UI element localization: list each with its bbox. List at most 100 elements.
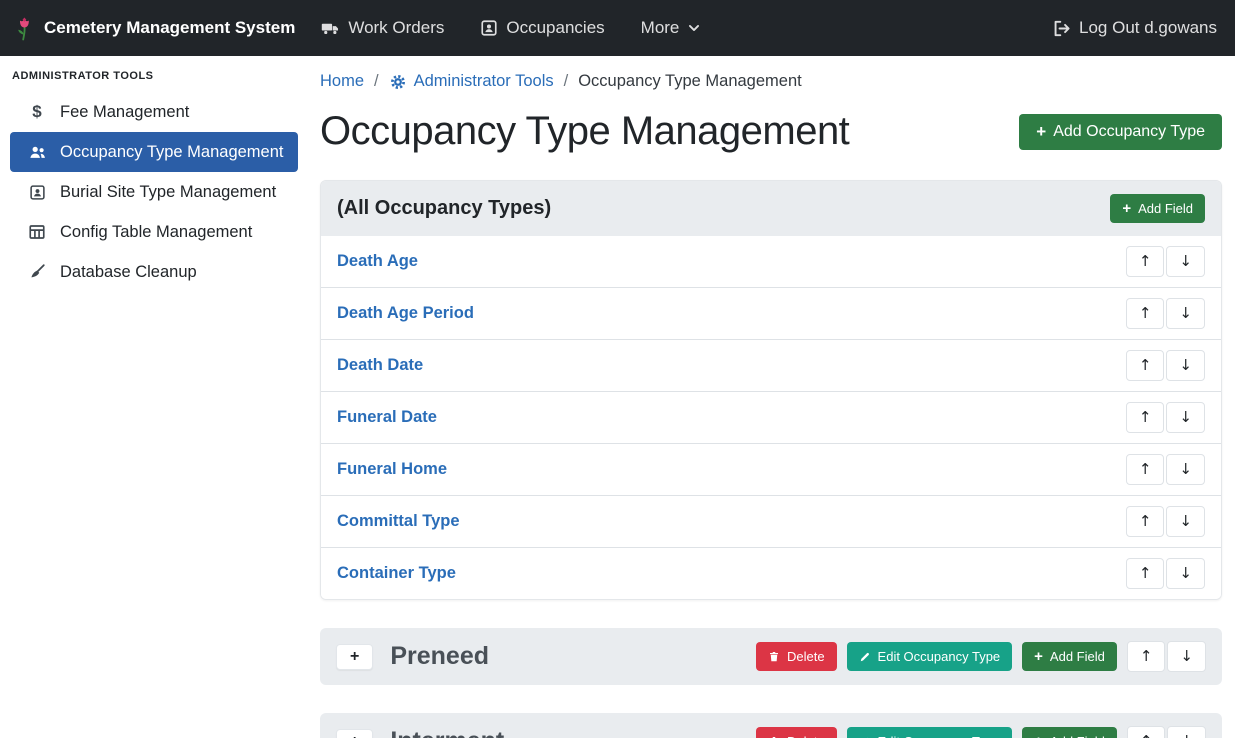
- sidebar-heading: Administrator Tools: [0, 64, 308, 92]
- breadcrumb-home-link[interactable]: Home: [320, 72, 364, 91]
- reorder-controls: ↑ ↓: [1126, 558, 1205, 589]
- chevron-down-icon: [687, 21, 701, 35]
- add-occupancy-type-label: Add Occupancy Type: [1053, 123, 1205, 141]
- add-field-button[interactable]: + Add Field: [1022, 642, 1117, 671]
- move-down-button[interactable]: ↓: [1166, 454, 1205, 485]
- field-row: Funeral Date ↑ ↓: [321, 392, 1221, 444]
- trash-icon: [768, 650, 780, 663]
- down-arrow-icon: ↓: [1180, 732, 1193, 738]
- add-field-label: Add Field: [1050, 649, 1105, 664]
- field-link-funeral-date[interactable]: Funeral Date: [337, 408, 437, 427]
- down-arrow-icon: ↓: [1179, 512, 1192, 530]
- move-up-button[interactable]: ↑: [1126, 454, 1165, 485]
- move-up-button[interactable]: ↑: [1127, 726, 1166, 738]
- move-up-button[interactable]: ↑: [1126, 350, 1165, 381]
- breadcrumb-admin-tools-link[interactable]: Administrator Tools: [389, 72, 554, 91]
- field-link-funeral-home[interactable]: Funeral Home: [337, 460, 447, 479]
- app-brand[interactable]: Cemetery Management System: [12, 15, 295, 41]
- expand-button[interactable]: +: [336, 644, 373, 670]
- nav-work-orders[interactable]: Work Orders: [321, 18, 444, 38]
- move-up-button[interactable]: ↑: [1126, 558, 1165, 589]
- add-field-label: Add Field: [1138, 201, 1193, 216]
- down-arrow-icon: ↓: [1179, 252, 1192, 270]
- logout-link[interactable]: Log Out d.gowans: [1052, 18, 1217, 38]
- field-link-committal-type[interactable]: Committal Type: [337, 512, 460, 531]
- top-navbar: Cemetery Management System Work Orders: [0, 0, 1235, 56]
- reorder-controls: ↑ ↓: [1126, 350, 1205, 381]
- plus-icon: +: [350, 733, 359, 738]
- move-up-button[interactable]: ↑: [1126, 246, 1165, 277]
- sidebar-item-label: Config Table Management: [60, 223, 252, 242]
- add-field-button[interactable]: + Add Field: [1110, 194, 1205, 223]
- edit-occupancy-type-button[interactable]: Edit Occupancy Type: [847, 642, 1013, 671]
- sidebar-item-label: Burial Site Type Management: [60, 183, 276, 202]
- move-down-button[interactable]: ↓: [1166, 246, 1205, 277]
- edit-occupancy-type-label: Edit Occupancy Type: [878, 734, 1001, 738]
- delete-label: Delete: [787, 649, 825, 664]
- up-arrow-icon: ↑: [1139, 460, 1152, 478]
- add-field-button[interactable]: + Add Field: [1022, 727, 1117, 738]
- nav-occupancies[interactable]: Occupancies: [480, 18, 604, 38]
- breadcrumb-home-label: Home: [320, 72, 364, 91]
- move-down-button[interactable]: ↓: [1166, 506, 1205, 537]
- main-nav: Work Orders Occupancies More: [321, 18, 701, 38]
- move-up-button[interactable]: ↑: [1127, 641, 1166, 672]
- reorder-controls: ↑ ↓: [1126, 454, 1205, 485]
- section-title: Preneed: [390, 642, 489, 671]
- delete-button[interactable]: Delete: [756, 727, 837, 738]
- sidebar-item-occupancy-type-management[interactable]: Occupancy Type Management: [10, 132, 298, 172]
- truck-icon: [321, 19, 340, 38]
- sidebar-item-database-cleanup[interactable]: Database Cleanup: [10, 252, 298, 292]
- down-arrow-icon: ↓: [1179, 356, 1192, 374]
- sidebar-item-config-table-management[interactable]: Config Table Management: [10, 212, 298, 252]
- move-up-button[interactable]: ↑: [1126, 402, 1165, 433]
- gear-icon: [389, 73, 407, 91]
- sidebar-item-label: Fee Management: [60, 103, 189, 122]
- all-occupancy-types-card: (All Occupancy Types) + Add Field Death …: [320, 180, 1222, 600]
- reorder-controls: ↑ ↓: [1126, 246, 1205, 277]
- nav-work-orders-label: Work Orders: [348, 18, 444, 38]
- move-down-button[interactable]: ↓: [1166, 350, 1205, 381]
- sidebar-item-label: Occupancy Type Management: [60, 143, 284, 162]
- sidebar-item-label: Database Cleanup: [60, 263, 197, 282]
- field-link-container-type[interactable]: Container Type: [337, 564, 456, 583]
- breadcrumb-current: Occupancy Type Management: [578, 72, 802, 91]
- edit-occupancy-type-label: Edit Occupancy Type: [878, 649, 1001, 664]
- move-down-button[interactable]: ↓: [1166, 402, 1205, 433]
- occupancy-type-section-preneed: + Preneed Delete: [320, 628, 1222, 685]
- sidebar-item-burial-site-type-management[interactable]: Burial Site Type Management: [10, 172, 298, 212]
- down-arrow-icon: ↓: [1179, 408, 1192, 426]
- add-occupancy-type-button[interactable]: + Add Occupancy Type: [1019, 114, 1222, 150]
- expand-button[interactable]: +: [336, 729, 373, 738]
- reorder-controls: ↑ ↓: [1126, 402, 1205, 433]
- plus-icon: +: [1122, 201, 1131, 216]
- section-title: Interment: [390, 727, 504, 738]
- move-up-button[interactable]: ↑: [1126, 506, 1165, 537]
- up-arrow-icon: ↑: [1139, 408, 1152, 426]
- reorder-controls: ↑ ↓: [1126, 506, 1205, 537]
- move-down-button[interactable]: ↓: [1167, 726, 1206, 738]
- move-up-button[interactable]: ↑: [1126, 298, 1165, 329]
- plus-icon: +: [1036, 123, 1046, 140]
- field-link-death-age[interactable]: Death Age: [337, 252, 418, 271]
- all-occupancy-types-header: (All Occupancy Types) + Add Field: [321, 181, 1221, 236]
- nav-more[interactable]: More: [641, 18, 702, 38]
- delete-button[interactable]: Delete: [756, 642, 837, 671]
- field-link-death-date[interactable]: Death Date: [337, 356, 423, 375]
- breadcrumb-separator: /: [564, 72, 569, 91]
- up-arrow-icon: ↑: [1139, 304, 1152, 322]
- down-arrow-icon: ↓: [1179, 304, 1192, 322]
- breadcrumb-admin-tools-label: Administrator Tools: [414, 72, 554, 91]
- id-badge-icon: [480, 19, 498, 37]
- sidebar-item-fee-management[interactable]: $ Fee Management: [10, 92, 298, 132]
- pencil-icon: [859, 651, 871, 663]
- edit-occupancy-type-button[interactable]: Edit Occupancy Type: [847, 727, 1013, 738]
- plus-icon: +: [350, 648, 359, 665]
- section-actions: Delete Edit Occupancy Type + Add Field ↑: [756, 641, 1206, 672]
- move-down-button[interactable]: ↓: [1167, 641, 1206, 672]
- logout-icon: [1052, 19, 1071, 38]
- move-down-button[interactable]: ↓: [1166, 558, 1205, 589]
- move-down-button[interactable]: ↓: [1166, 298, 1205, 329]
- field-link-death-age-period[interactable]: Death Age Period: [337, 304, 474, 323]
- plus-icon: +: [1034, 734, 1043, 738]
